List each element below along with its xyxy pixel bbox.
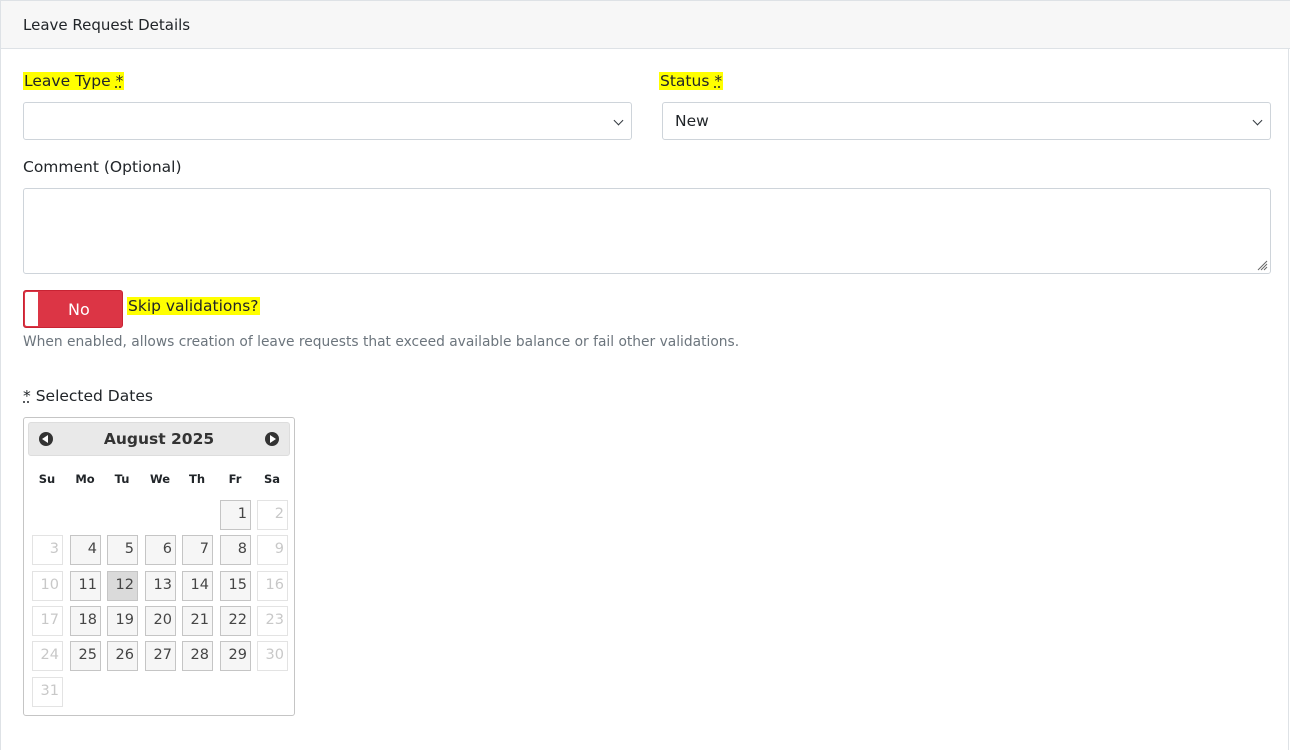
calendar-day: 30 <box>257 641 288 671</box>
calendar-day[interactable]: 28 <box>182 641 213 671</box>
calendar-day[interactable]: 12 <box>107 571 138 601</box>
leave-type-select[interactable] <box>23 102 632 140</box>
calendar-day: 10 <box>32 571 63 601</box>
calendar-day[interactable]: 8 <box>220 535 251 565</box>
toggle-knob <box>25 292 38 326</box>
calendar-day[interactable]: 6 <box>145 535 176 565</box>
weekday-header: Th <box>188 472 206 486</box>
calendar-day: 9 <box>257 535 288 565</box>
weekday-header: Sa <box>263 472 281 486</box>
toggle-text: No <box>68 300 90 319</box>
calendar-day[interactable]: 20 <box>145 606 176 636</box>
skip-validations-help: When enabled, allows creation of leave r… <box>23 334 740 350</box>
calendar-day: 31 <box>32 677 63 707</box>
leave-type-label-text: Leave Type <box>24 72 111 90</box>
next-month-icon[interactable] <box>265 432 279 446</box>
calendar-day[interactable]: 11 <box>70 571 101 601</box>
calendar-day[interactable]: 4 <box>70 535 101 565</box>
status-label-highlight: Status * <box>659 72 724 90</box>
calendar-day[interactable]: 29 <box>220 641 251 671</box>
leave-type-label: Leave Type * <box>23 72 125 90</box>
calendar-month-title: August 2025 <box>103 430 215 448</box>
skip-validations-label-text: Skip validations? <box>127 297 260 315</box>
required-star: * <box>115 72 124 90</box>
status-label-text: Status <box>660 72 710 90</box>
chevron-down-icon <box>613 115 624 126</box>
panel-header: Leave Request Details <box>1 0 1290 49</box>
required-star: * <box>714 72 723 90</box>
calendar-day: 3 <box>32 535 63 565</box>
skip-validations-label: Skip validations? <box>127 297 260 315</box>
selected-dates-label-text: Selected Dates <box>35 387 153 405</box>
datepicker-calendar: August 2025 Su Mo Tu We Th Fr Sa 1 2 3 4 5 6 7 8 9 10 11… <box>23 417 295 716</box>
calendar-day[interactable]: 25 <box>70 641 101 671</box>
calendar-day[interactable]: 7 <box>182 535 213 565</box>
leave-request-panel: Leave Request Details Leave Type * Statu… <box>0 0 1290 750</box>
calendar-day: 2 <box>257 500 288 530</box>
weekday-header: Mo <box>75 472 95 486</box>
calendar-day[interactable]: 5 <box>107 535 138 565</box>
calendar-day[interactable]: 15 <box>220 571 251 601</box>
calendar-header: August 2025 <box>28 422 290 456</box>
resize-handle-icon[interactable] <box>1256 259 1268 271</box>
calendar-day[interactable]: 19 <box>107 606 138 636</box>
status-label: Status * <box>659 72 724 90</box>
chevron-down-icon <box>1252 115 1263 126</box>
selected-dates-label: * Selected Dates <box>23 387 153 405</box>
panel-title: Leave Request Details <box>23 16 191 34</box>
calendar-day: 17 <box>32 606 63 636</box>
calendar-day: 16 <box>257 571 288 601</box>
required-star: * <box>23 387 31 405</box>
leave-type-label-highlight: Leave Type * <box>23 72 125 90</box>
calendar-day[interactable]: 22 <box>220 606 251 636</box>
comment-label: Comment (Optional) <box>23 158 182 176</box>
calendar-day[interactable]: 27 <box>145 641 176 671</box>
skip-validations-toggle[interactable]: No <box>23 290 123 328</box>
calendar-day[interactable]: 26 <box>107 641 138 671</box>
weekday-header: We <box>149 472 171 486</box>
calendar-day[interactable]: 14 <box>182 571 213 601</box>
calendar-day: 24 <box>32 641 63 671</box>
calendar-day: 23 <box>257 606 288 636</box>
weekday-header: Fr <box>228 472 242 486</box>
calendar-day[interactable]: 21 <box>182 606 213 636</box>
comment-textarea[interactable] <box>23 188 1271 274</box>
calendar-day[interactable]: 13 <box>145 571 176 601</box>
calendar-day[interactable]: 18 <box>70 606 101 636</box>
calendar-day[interactable]: 1 <box>220 500 251 530</box>
status-select[interactable]: New <box>662 102 1271 140</box>
status-value: New <box>675 112 709 130</box>
weekday-header: Tu <box>114 472 130 486</box>
weekday-header: Su <box>38 472 56 486</box>
